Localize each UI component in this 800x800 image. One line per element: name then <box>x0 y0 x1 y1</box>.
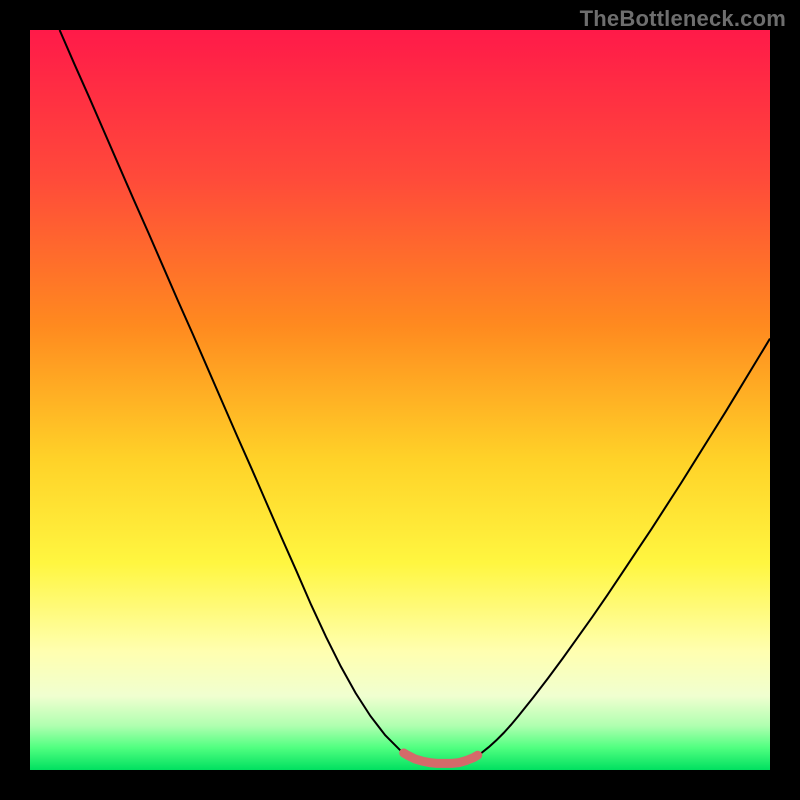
watermark-text: TheBottleneck.com <box>580 6 786 32</box>
chart-stage: TheBottleneck.com <box>0 0 800 800</box>
plot-area <box>30 30 770 770</box>
gradient-background <box>30 30 770 770</box>
chart-svg <box>30 30 770 770</box>
